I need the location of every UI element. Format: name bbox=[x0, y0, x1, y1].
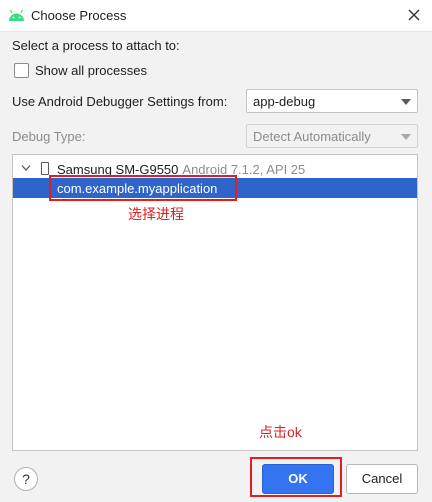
cancel-button[interactable]: Cancel bbox=[346, 464, 418, 494]
close-icon bbox=[408, 9, 420, 21]
show-all-processes-checkbox[interactable] bbox=[14, 63, 29, 78]
debugger-settings-dropdown[interactable]: app-debug bbox=[246, 89, 418, 113]
title-bar: Choose Process bbox=[0, 0, 432, 32]
phone-icon bbox=[41, 162, 49, 175]
chevron-down-icon bbox=[401, 99, 411, 105]
chevron-down-icon bbox=[401, 134, 411, 140]
close-button[interactable] bbox=[396, 0, 432, 32]
debugger-settings-value: app-debug bbox=[253, 94, 316, 109]
show-all-processes-label[interactable]: Show all processes bbox=[35, 63, 147, 78]
window-title: Choose Process bbox=[31, 8, 127, 23]
ok-button[interactable]: OK bbox=[262, 464, 334, 494]
debug-type-value: Detect Automatically bbox=[253, 129, 371, 144]
debugger-settings-label: Use Android Debugger Settings from: bbox=[12, 94, 228, 109]
android-icon bbox=[9, 9, 24, 21]
select-process-annotation: 选择进程 bbox=[128, 206, 184, 222]
help-button[interactable]: ? bbox=[14, 467, 38, 491]
debug-type-dropdown: Detect Automatically bbox=[246, 124, 418, 148]
process-highlight-box bbox=[49, 175, 237, 201]
attach-label: Select a process to attach to: bbox=[12, 38, 180, 53]
click-ok-annotation: 点击ok bbox=[259, 424, 302, 440]
debug-type-label: Debug Type: bbox=[12, 129, 86, 144]
expand-chevron-icon[interactable] bbox=[21, 164, 31, 172]
